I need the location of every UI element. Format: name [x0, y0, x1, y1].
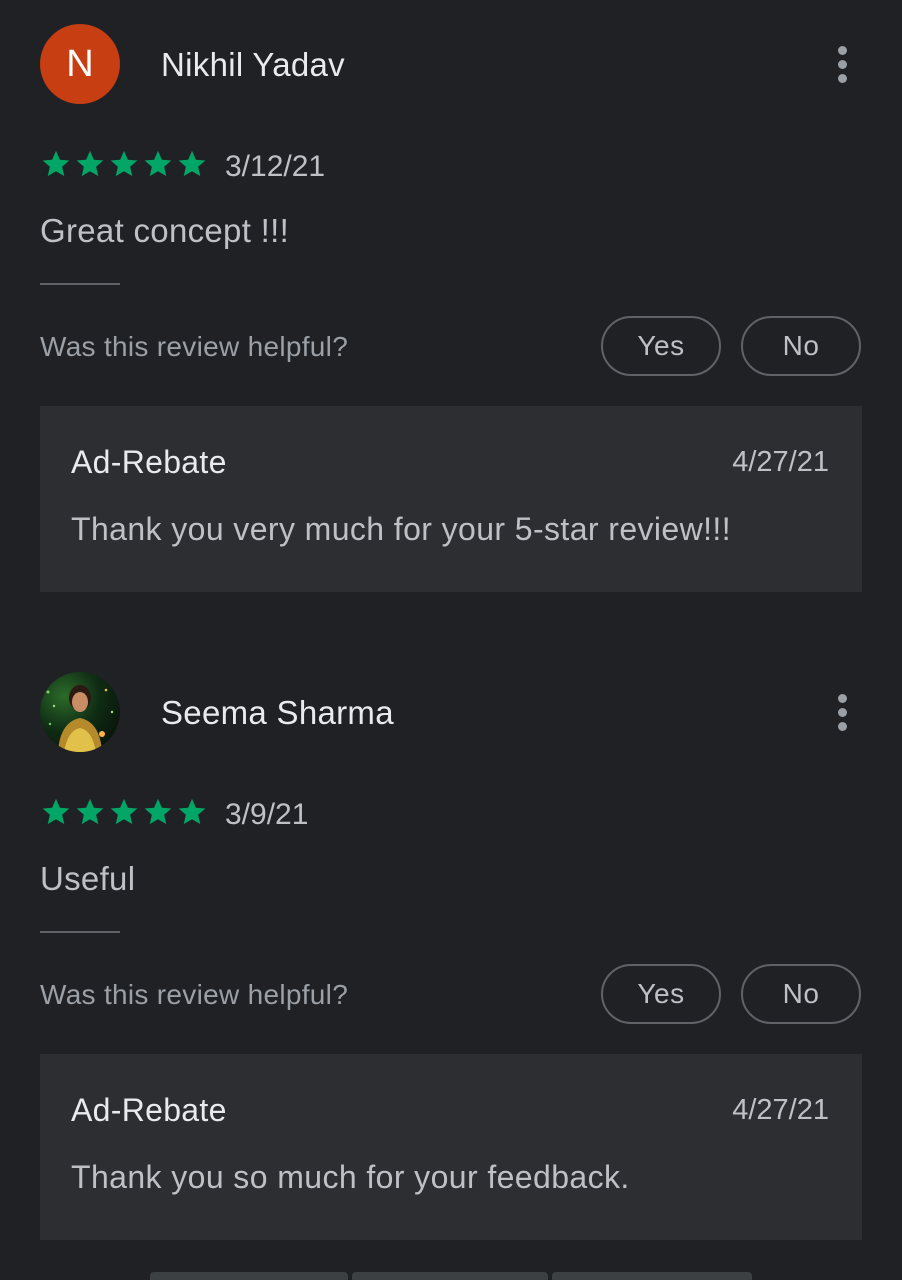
avatar [40, 672, 120, 752]
helpful-no-button[interactable]: No [741, 964, 861, 1024]
helpful-prompt: Was this review helpful? [40, 331, 349, 362]
more-options-icon[interactable] [822, 686, 862, 738]
helpful-yes-button[interactable]: Yes [601, 316, 721, 376]
helpful-prompt: Was this review helpful? [40, 979, 349, 1010]
bottom-nav-segment[interactable] [352, 1272, 548, 1280]
star-icon [76, 150, 104, 177]
profile-photo-icon [46, 685, 114, 752]
helpful-no-button[interactable]: No [741, 316, 861, 376]
reply-author: Ad-Rebate [71, 1092, 227, 1128]
reply-author: Ad-Rebate [71, 444, 227, 480]
star-icon [178, 150, 206, 177]
developer-reply: Ad-Rebate 4/27/21 Thank you very much fo… [40, 406, 862, 592]
reviewer-name: Nikhil Yadav [161, 46, 345, 83]
bottom-nav-segment[interactable] [150, 1272, 348, 1280]
more-options-icon[interactable] [822, 38, 862, 90]
reviews-page: N Nikhil Yadav 3/12/21 Great concept !!!… [0, 0, 902, 1280]
review-card: Seema Sharma 3/9/21 Useful Was this revi… [0, 648, 902, 1268]
review-text: Great concept !!! [40, 212, 290, 249]
review-card: N Nikhil Yadav 3/12/21 Great concept !!!… [0, 0, 902, 620]
avatar: N [40, 24, 120, 104]
star-rating [40, 148, 208, 184]
star-icon [144, 798, 172, 825]
star-icon [42, 798, 70, 825]
divider [40, 283, 120, 285]
divider [40, 931, 120, 933]
review-date: 3/9/21 [225, 798, 309, 831]
developer-reply: Ad-Rebate 4/27/21 Thank you so much for … [40, 1054, 862, 1240]
review-date: 3/12/21 [225, 150, 326, 183]
reply-text: Thank you so much for your feedback. [71, 1159, 630, 1195]
reviewer-name: Seema Sharma [161, 694, 394, 731]
star-rating [40, 796, 208, 832]
reply-date: 4/27/21 [732, 1094, 829, 1126]
bottom-nav-segment[interactable] [552, 1272, 752, 1280]
star-icon [76, 798, 104, 825]
star-icon [110, 150, 138, 177]
review-text: Useful [40, 860, 136, 897]
star-icon [42, 150, 70, 177]
star-icon [144, 150, 172, 177]
reply-text: Thank you very much for your 5-star revi… [71, 511, 731, 547]
star-icon [178, 798, 206, 825]
star-icon [110, 798, 138, 825]
reply-date: 4/27/21 [732, 446, 829, 478]
helpful-yes-button[interactable]: Yes [601, 964, 721, 1024]
